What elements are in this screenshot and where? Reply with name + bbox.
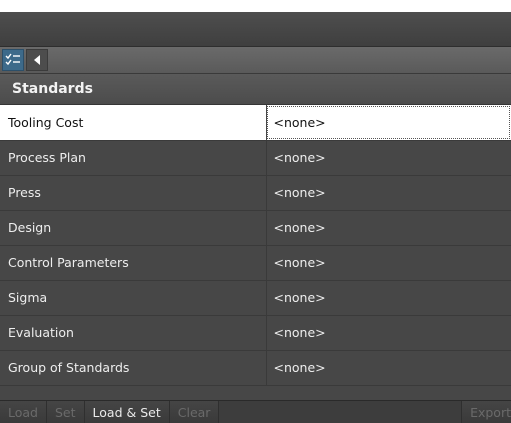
row-value[interactable]: <none> [266,175,511,211]
checklist-button[interactable] [2,49,24,71]
row-value[interactable]: <none> [266,280,511,316]
row-value[interactable]: <none> [266,350,511,386]
title-bar [0,12,511,47]
table-row[interactable]: Tooling Cost <none> [0,105,511,141]
table-row[interactable]: Press <none> [0,175,511,211]
chevron-left-icon [34,55,40,65]
row-value[interactable]: <none> [266,105,511,141]
row-value[interactable]: <none> [266,245,511,281]
row-value[interactable]: <none> [266,210,511,246]
clear-button[interactable]: Clear [169,401,220,423]
toolbar [0,47,511,74]
row-name: Sigma [0,280,267,316]
export-button[interactable]: Export [461,401,511,423]
section-title: Standards [0,74,511,105]
table-row[interactable]: Design <none> [0,210,511,246]
back-button[interactable] [26,49,48,71]
set-button[interactable]: Set [47,401,85,423]
row-value[interactable]: <none> [266,315,511,351]
row-name: Design [0,210,267,246]
standards-table: Tooling Cost <none> Process Plan <none> … [0,105,511,386]
row-name: Group of Standards [0,350,267,386]
load-button[interactable]: Load [0,401,47,423]
row-value[interactable]: <none> [266,140,511,176]
action-bar-spacer [219,401,461,423]
table-row[interactable]: Evaluation <none> [0,315,511,351]
row-name: Press [0,175,267,211]
table-row[interactable]: Control Parameters <none> [0,245,511,281]
table-row[interactable]: Sigma <none> [0,280,511,316]
checklist-icon [5,53,20,66]
action-bar: Load Set Load & Set Clear Export [0,400,511,423]
row-name: Process Plan [0,140,267,176]
row-name: Evaluation [0,315,267,351]
table-row[interactable]: Process Plan <none> [0,140,511,176]
load-and-set-button[interactable]: Load & Set [84,401,170,423]
row-name: Control Parameters [0,245,267,281]
standards-panel: Standards Tooling Cost <none> Process Pl… [0,12,511,423]
row-name: Tooling Cost [0,105,267,141]
table-row[interactable]: Group of Standards <none> [0,350,511,386]
